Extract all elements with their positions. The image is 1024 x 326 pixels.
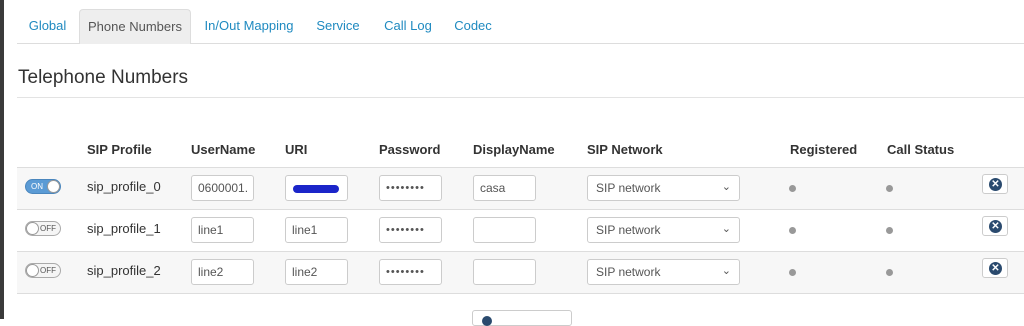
title-divider: [17, 97, 1024, 98]
toggle-label: OFF: [40, 224, 56, 233]
table-row: OFF sip_profile_1 line1 line1 •••••••• S…: [17, 209, 1024, 251]
toggle-knob: [47, 180, 60, 193]
header-registered: Registered: [790, 142, 858, 157]
redaction-mark: [293, 184, 339, 193]
toggle-knob: [26, 222, 39, 235]
enable-toggle[interactable]: OFF: [25, 221, 61, 236]
display-name-input[interactable]: [473, 259, 536, 285]
display-name-input[interactable]: [473, 217, 536, 243]
call-status-dot-icon: [886, 227, 893, 234]
table-row: OFF sip_profile_2 line2 line2 •••••••• S…: [17, 251, 1024, 294]
tab-call-log[interactable]: Call Log: [378, 9, 438, 42]
sip-profile-name: sip_profile_1: [87, 221, 161, 236]
password-input[interactable]: ••••••••: [379, 175, 442, 201]
tab-global[interactable]: Global: [17, 9, 78, 42]
delete-button[interactable]: ✕: [982, 258, 1008, 278]
tab-phone-numbers[interactable]: Phone Numbers: [79, 9, 191, 44]
uri-input[interactable]: [285, 175, 348, 201]
window-edge: [0, 0, 4, 319]
tab-codec[interactable]: Codec: [448, 9, 498, 42]
header-call-status: Call Status: [887, 142, 955, 157]
header-username: UserName: [191, 142, 256, 157]
table-row: ON sip_profile_0 0600001. •••••••• casa …: [17, 167, 1024, 209]
sip-profile-name: sip_profile_2: [87, 263, 161, 278]
sip-network-value: SIP network: [596, 223, 661, 237]
call-status-dot-icon: [886, 185, 893, 192]
delete-button[interactable]: ✕: [982, 216, 1008, 236]
uri-input[interactable]: line1: [285, 217, 348, 243]
password-input[interactable]: ••••••••: [379, 259, 442, 285]
remove-circle-icon: ✕: [989, 262, 1002, 275]
display-name-input[interactable]: casa: [473, 175, 536, 201]
sip-network-select[interactable]: SIP network ⌄: [587, 259, 740, 285]
username-input[interactable]: line1: [191, 217, 254, 243]
username-input[interactable]: line2: [191, 259, 254, 285]
chevron-down-icon: ⌄: [721, 223, 731, 235]
sip-network-value: SIP network: [596, 181, 661, 195]
header-uri: URI: [285, 142, 308, 157]
toggle-knob: [26, 264, 39, 277]
sip-network-select[interactable]: SIP network ⌄: [587, 175, 740, 201]
toggle-label: OFF: [40, 266, 56, 275]
sip-network-value: SIP network: [596, 265, 661, 279]
enable-toggle[interactable]: OFF: [25, 263, 61, 278]
header-sip-profile: SIP Profile: [87, 142, 152, 157]
registered-status-dot-icon: [789, 185, 796, 192]
remove-circle-icon: ✕: [989, 178, 1002, 191]
tab-service[interactable]: Service: [309, 9, 367, 42]
chevron-down-icon: ⌄: [721, 265, 731, 277]
action-circle-icon: [482, 316, 492, 326]
enable-toggle[interactable]: ON: [25, 179, 61, 194]
header-sip-network: SIP Network: [587, 142, 663, 157]
registered-status-dot-icon: [789, 227, 796, 234]
header-display-name: DisplayName: [473, 142, 555, 157]
header-password: Password: [379, 142, 441, 157]
tab-in-out-mapping[interactable]: In/Out Mapping: [194, 9, 304, 42]
uri-input[interactable]: line2: [285, 259, 348, 285]
toggle-label: ON: [31, 182, 43, 191]
registered-status-dot-icon: [789, 269, 796, 276]
bottom-action-button[interactable]: [472, 310, 572, 326]
page-title: Telephone Numbers: [18, 67, 189, 88]
remove-circle-icon: ✕: [989, 220, 1002, 233]
password-input[interactable]: ••••••••: [379, 217, 442, 243]
delete-button[interactable]: ✕: [982, 174, 1008, 194]
call-status-dot-icon: [886, 269, 893, 276]
chevron-down-icon: ⌄: [721, 181, 731, 193]
username-input[interactable]: 0600001.: [191, 175, 254, 201]
sip-profile-name: sip_profile_0: [87, 179, 161, 194]
sip-network-select[interactable]: SIP network ⌄: [587, 217, 740, 243]
tab-bar: Global Phone Numbers In/Out Mapping Serv…: [17, 7, 1024, 44]
